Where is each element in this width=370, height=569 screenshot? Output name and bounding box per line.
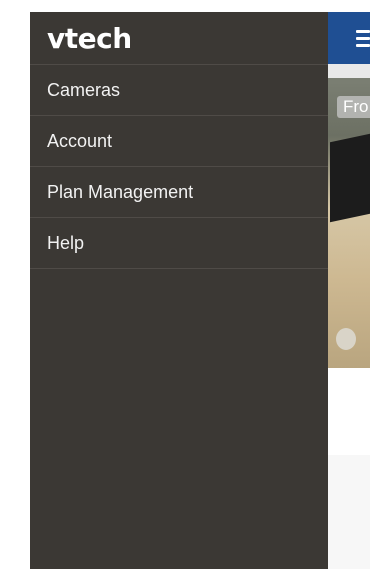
menu-item-plan-management[interactable]: Plan Management xyxy=(30,167,328,218)
camera-name-label: Fro xyxy=(337,96,370,118)
menu-item-label: Account xyxy=(47,130,113,151)
menu-item-cameras[interactable]: Cameras xyxy=(30,65,328,116)
vtech-logo: vtech xyxy=(47,21,132,55)
menu-item-label: Plan Management xyxy=(47,181,194,202)
thumbnail-lamp-shape xyxy=(336,328,356,350)
subheader-strip xyxy=(328,64,370,78)
menu-item-help[interactable]: Help xyxy=(30,218,328,269)
hamburger-menu-icon[interactable] xyxy=(356,30,370,48)
menu-item-label: Cameras xyxy=(47,79,121,100)
navigation-drawer: vtech Cameras Account Plan Management He… xyxy=(30,12,328,569)
menu-item-label: Help xyxy=(47,232,85,253)
thumbnail-tv-shape xyxy=(330,133,370,223)
camera-thumbnail[interactable] xyxy=(328,78,370,368)
drawer-menu: Cameras Account Plan Management Help xyxy=(30,65,328,269)
app-screen: Fro vtech Cameras Account Plan Managemen… xyxy=(0,0,370,569)
menu-item-account[interactable]: Account xyxy=(30,116,328,167)
drawer-logo-area: vtech xyxy=(30,12,328,65)
lower-panel xyxy=(328,455,370,569)
